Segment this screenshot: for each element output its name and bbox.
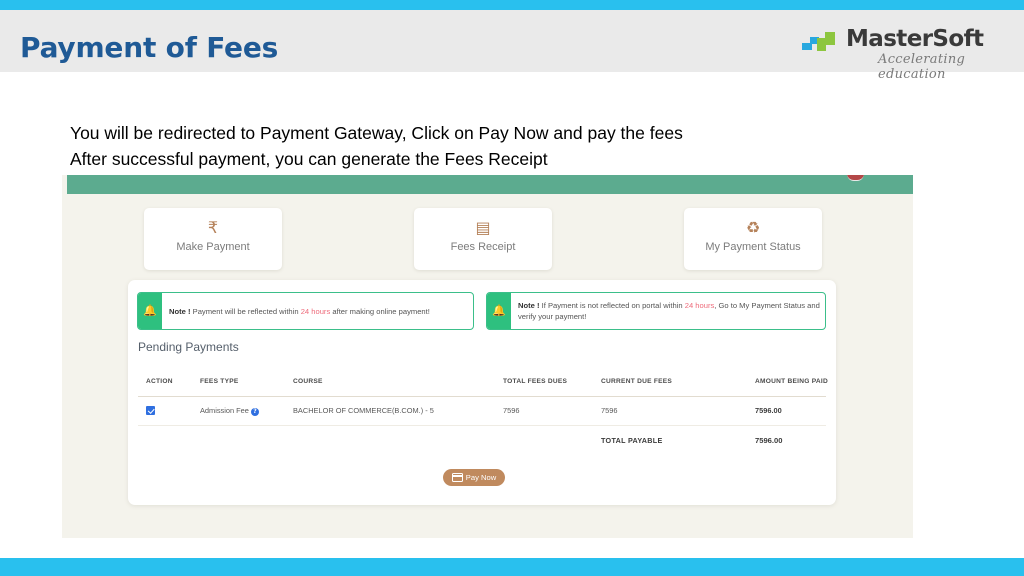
rupee-icon: ₹ [207,218,219,237]
pay-now-label: Pay Now [465,473,497,482]
instruction-line-2: After successful payment, you can genera… [70,149,548,169]
instruction-line-1: You will be redirected to Payment Gatewa… [70,123,683,143]
bell-icon: 🔔 [138,293,162,329]
card-fees-receipt[interactable]: ▤ Fees Receipt [414,208,552,270]
header-fees-type: FEES TYPE [200,378,239,385]
brand-name: MasterSoft [846,26,984,52]
total-payable-label: TOTAL PAYABLE [601,436,663,445]
note-left-after: after making online payment! [330,306,430,316]
cell-fees-type: Admission Fee ? [200,397,259,425]
total-payable-value: 7596.00 [755,436,783,445]
note-left-before: Payment will be reflected within [190,306,301,316]
note-right-label: Note ! [518,301,540,310]
header-total-fees-dues: TOTAL FEES DUES [503,378,568,385]
table-row: Admission Fee ? BACHELOR OF COMMERCE(B.C… [138,397,826,426]
cell-fees-type-text: Admission Fee [200,406,249,415]
bell-icon: 🔔 [487,293,511,329]
mastersoft-arrows-logo-icon [802,32,835,51]
card-my-payment-status[interactable]: ♻ My Payment Status [684,208,822,270]
embedded-app-screenshot: ₹ Make Payment ▤ Fees Receipt ♻ My Payme… [62,175,913,538]
app-topbar [67,175,913,194]
notification-badge-icon [847,175,864,181]
page-title: Payment of Fees [20,31,279,64]
note-left-highlight: 24 hours [300,306,331,316]
pay-now-button[interactable]: Pay Now [443,469,505,486]
header-course: COURSE [293,378,323,385]
pending-payments-card: 🔔 Note ! Payment will be reflected withi… [128,280,836,505]
note-banner-payment-reflection: 🔔 Note ! Payment will be reflected withi… [137,292,474,330]
note-right-highlight: 24 hours [684,301,715,310]
note-right-before: If Payment is not reflected on portal wi… [539,301,685,310]
note-banner-verify-payment: 🔔 Note ! If Payment is not reflected on … [486,292,826,330]
note-left-label: Note ! [169,306,191,316]
quick-action-cards: ₹ Make Payment ▤ Fees Receipt ♻ My Payme… [62,208,913,278]
card-make-payment-label: Make Payment [176,241,250,253]
top-accent-bar [0,0,1024,10]
card-make-payment[interactable]: ₹ Make Payment [144,208,282,270]
question-mark-icon[interactable]: ? [250,408,259,416]
card-my-payment-status-label: My Payment Status [705,241,801,253]
table-header-row: ACTION FEES TYPE COURSE TOTAL FEES DUES … [138,368,828,397]
note-left-text: Note ! Payment will be reflected within … [169,293,469,329]
cell-amount-being-paid: 7596.00 [755,406,782,415]
total-payable-row: TOTAL PAYABLE 7596.00 [138,430,826,452]
card-fees-receipt-label: Fees Receipt [450,241,516,253]
slide-header: Payment of Fees MasterSoft Accelerating … [0,10,1024,82]
bottom-accent-bar [0,558,1024,576]
header-amount-being-paid: AMOUNT BEING PAID [755,378,828,385]
pending-payments-table: ACTION FEES TYPE COURSE TOTAL FEES DUES … [138,368,828,426]
header-current-due-fees: CURRENT DUE FEES [601,378,673,385]
section-title-pending-payments: Pending Payments [138,340,239,354]
row-select-checkbox[interactable] [146,406,155,415]
cell-current-due-fees: 7596 [601,406,618,415]
recycle-icon: ♻ [745,218,761,237]
credit-card-icon: ▤ [475,218,491,237]
header-action: ACTION [146,378,173,385]
instructions-block: You will be redirected to Payment Gatewa… [70,120,870,172]
cell-total-fees-dues: 7596 [503,406,520,415]
credit-card-icon [451,473,463,482]
brand-tagline: Accelerating education [878,52,966,82]
cell-course: BACHELOR OF COMMERCE(B.COM.) - 5 [293,406,434,415]
note-right-text: Note ! If Payment is not reflected on po… [518,293,821,329]
mastersoft-logo: MasterSoft Accelerating education [796,26,1018,82]
